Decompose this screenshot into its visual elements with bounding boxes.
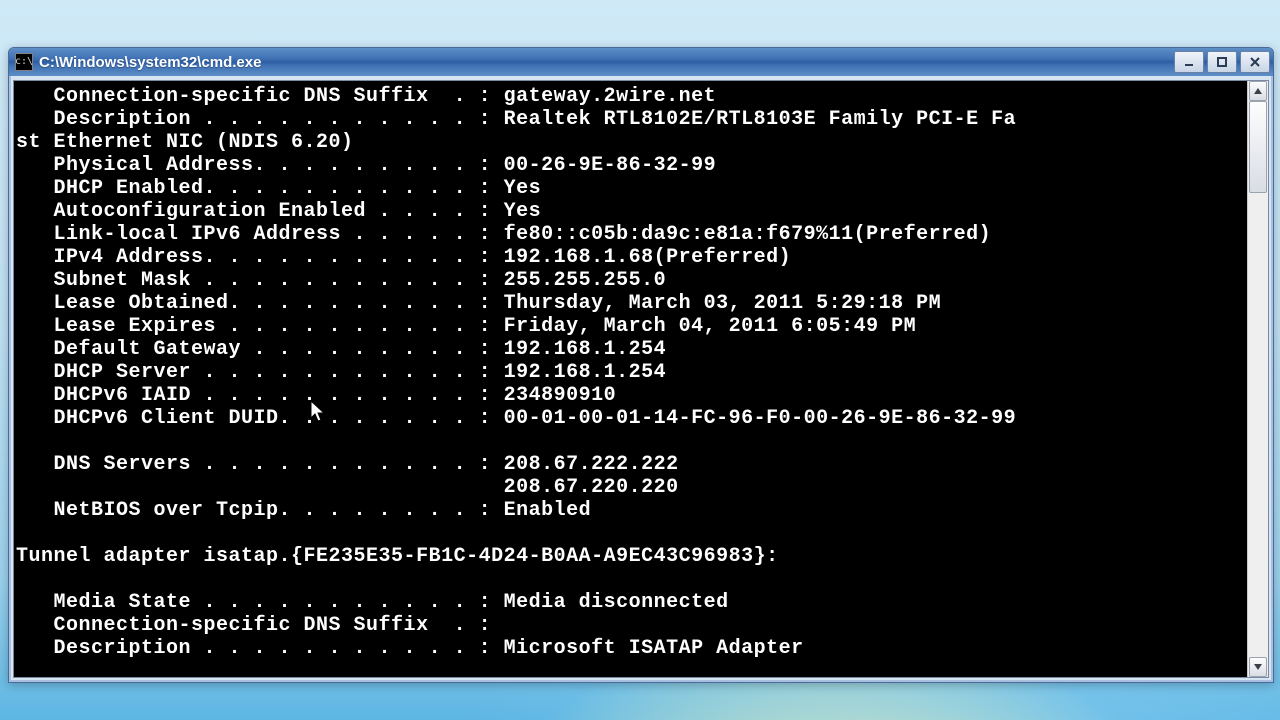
- line-dns1: DNS Servers . . . . . . . . . . . : 208.…: [16, 453, 679, 476]
- line-tunnel-dns-suffix: Connection-specific DNS Suffix . :: [16, 614, 504, 637]
- close-button[interactable]: [1240, 51, 1270, 73]
- line-dhcp-server: DHCP Server . . . . . . . . . . . : 192.…: [16, 361, 666, 384]
- line-description: Description . . . . . . . . . . . : Real…: [16, 108, 1016, 131]
- maximize-button[interactable]: [1207, 51, 1237, 73]
- console-frame: Connection-specific DNS Suffix . : gatew…: [13, 80, 1269, 678]
- cmd-window: c:\ C:\Windows\system32\cmd.exe Connecti…: [8, 47, 1274, 683]
- line-dhcpv6-duid: DHCPv6 Client DUID. . . . . . . . : 00-0…: [16, 407, 1016, 430]
- scroll-up-button[interactable]: [1249, 81, 1267, 101]
- minimize-button[interactable]: [1174, 51, 1204, 73]
- line-dns2: 208.67.220.220: [16, 476, 679, 499]
- line-physical-address: Physical Address. . . . . . . . . : 00-2…: [16, 154, 716, 177]
- line-tunnel-heading: Tunnel adapter isatap.{FE235E35-FB1C-4D2…: [16, 545, 779, 568]
- vertical-scrollbar[interactable]: [1247, 81, 1268, 677]
- window-title: C:\Windows\system32\cmd.exe: [39, 54, 1174, 71]
- line-link-local-ipv6: Link-local IPv6 Address . . . . . : fe80…: [16, 223, 991, 246]
- window-controls: [1174, 51, 1270, 73]
- line-description-wrap: st Ethernet NIC (NDIS 6.20): [16, 131, 354, 154]
- scroll-down-button[interactable]: [1249, 657, 1267, 677]
- line-subnet: Subnet Mask . . . . . . . . . . . : 255.…: [16, 269, 666, 292]
- line-lease-obtained: Lease Obtained. . . . . . . . . . : Thur…: [16, 292, 941, 315]
- console-output[interactable]: Connection-specific DNS Suffix . : gatew…: [14, 81, 1248, 677]
- line-lease-expires: Lease Expires . . . . . . . . . . : Frid…: [16, 315, 916, 338]
- cmd-icon: c:\: [15, 53, 33, 71]
- line-dns-suffix: Connection-specific DNS Suffix . : gatew…: [16, 85, 716, 108]
- line-dhcp-enabled: DHCP Enabled. . . . . . . . . . . : Yes: [16, 177, 541, 200]
- line-default-gateway: Default Gateway . . . . . . . . . : 192.…: [16, 338, 666, 361]
- line-ipv4: IPv4 Address. . . . . . . . . . . : 192.…: [16, 246, 791, 269]
- line-tunnel-description: Description . . . . . . . . . . . : Micr…: [16, 637, 804, 660]
- line-netbios: NetBIOS over Tcpip. . . . . . . . : Enab…: [16, 499, 591, 522]
- line-media-state: Media State . . . . . . . . . . . : Medi…: [16, 591, 729, 614]
- line-dhcpv6-iaid: DHCPv6 IAID . . . . . . . . . . . : 2348…: [16, 384, 616, 407]
- titlebar[interactable]: c:\ C:\Windows\system32\cmd.exe: [9, 48, 1273, 76]
- scroll-thumb[interactable]: [1249, 101, 1267, 193]
- line-autoconfig: Autoconfiguration Enabled . . . . : Yes: [16, 200, 541, 223]
